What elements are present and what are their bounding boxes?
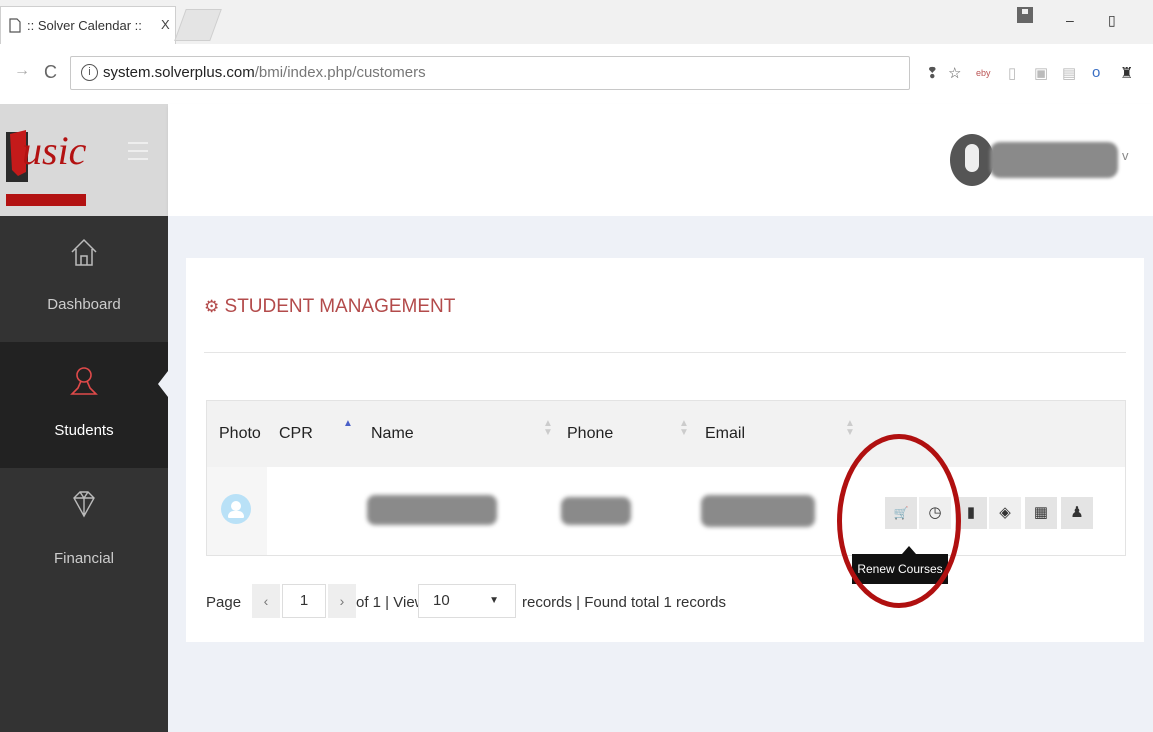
active-indicator	[158, 371, 168, 397]
sidebar-item-financial[interactable]: Financial	[0, 468, 168, 594]
minimize-button[interactable]: –	[1066, 12, 1074, 28]
tab-title: :: Solver Calendar ::	[27, 18, 142, 33]
sort-icon[interactable]: ▲ ▼	[543, 419, 553, 438]
bookmark-star-icon[interactable]: ☆	[948, 64, 961, 82]
financial-button[interactable]: ◈	[989, 497, 1021, 529]
sidebar-item-dashboard[interactable]: Dashboard	[0, 216, 168, 342]
user-icon: ♟	[1070, 504, 1084, 521]
cell-cpr	[267, 467, 357, 555]
select-value: 10	[433, 592, 450, 609]
forward-button[interactable]: →	[14, 62, 30, 80]
page-title-text: STUDENT MANAGEMENT	[224, 296, 456, 317]
annotation-circle	[837, 434, 961, 608]
bahrain-music-institute-logo: usic	[6, 128, 87, 206]
pdf-extension-icon[interactable]: ▤	[1062, 64, 1076, 82]
cell-photo	[207, 467, 267, 555]
name-redacted	[367, 495, 497, 525]
calendar-icon: ▦	[1033, 504, 1049, 521]
profile-button[interactable]: ♟	[1061, 497, 1093, 529]
tab-close-icon[interactable]: X	[161, 17, 170, 32]
records-found-text: records | Found total 1 records	[522, 594, 726, 611]
sort-asc-icon[interactable]: ▲	[343, 419, 353, 429]
page-title: ⚙ STUDENT MANAGEMENT	[204, 296, 455, 318]
url-path: /bmi/index.php/customers	[254, 64, 426, 81]
phone-redacted	[561, 497, 631, 525]
page-number-input[interactable]: 1	[282, 584, 326, 618]
students-table: Photo CPR ▲ Name ▲ ▼ Phone ▲ ▼ Email ▲ ▼ 🛒	[206, 400, 1126, 556]
browser-addressbar: → C i system.solverplus.com/bmi/index.ph…	[0, 44, 1153, 105]
url-host: system.solverplus.com	[103, 64, 255, 81]
new-tab-button[interactable]	[174, 9, 222, 41]
column-header-phone[interactable]: Phone	[567, 425, 613, 443]
next-page-button[interactable]: ›	[328, 584, 356, 618]
app-header: v	[168, 104, 1153, 216]
diamond-icon	[73, 491, 95, 518]
pin-icon[interactable]: ❢	[926, 64, 939, 82]
extension-icon[interactable]: o	[1092, 64, 1100, 81]
student-card: ⚙ STUDENT MANAGEMENT Photo CPR ▲ Name ▲ ▼…	[186, 258, 1144, 642]
divider	[204, 352, 1126, 353]
main-content: ⚙ STUDENT MANAGEMENT Photo CPR ▲ Name ▲ ▼…	[168, 216, 1153, 732]
records-per-page-select[interactable]: 10 ▼	[418, 584, 516, 618]
svg-text:usic: usic	[22, 128, 87, 173]
sort-icon[interactable]: ▲ ▼	[679, 419, 689, 438]
url-text: system.solverplus.com/bmi/index.php/cust…	[103, 64, 426, 81]
table-row[interactable]: 🛒 ◷ ▮ ◈ ▦ ♟	[207, 467, 1125, 555]
avatar[interactable]	[950, 134, 994, 186]
extension-icon[interactable]: ▣	[1034, 64, 1048, 82]
menu-toggle-icon[interactable]	[128, 142, 148, 166]
logo-area: usic	[0, 104, 168, 216]
column-header-name[interactable]: Name	[371, 425, 414, 443]
sidebar: usic Dashboard Students Financial	[0, 104, 168, 732]
chevron-down-icon[interactable]: v	[1122, 148, 1129, 163]
sidebar-item-label: Students	[54, 422, 114, 439]
page-count-text: of 1 | View	[356, 594, 426, 611]
sort-icon[interactable]: ▲ ▼	[845, 419, 855, 438]
sidebar-item-label: Financial	[53, 550, 115, 567]
maximize-button[interactable]: ▯	[1108, 12, 1116, 29]
select-arrow-icon: ▼	[489, 595, 499, 606]
gear-icon: ⚙	[204, 297, 220, 316]
incognito-icon[interactable]: ♜	[1120, 64, 1133, 82]
table-header: Photo CPR ▲ Name ▲ ▼ Phone ▲ ▼ Email ▲ ▼	[207, 401, 1125, 468]
calendar-button[interactable]: ▦	[1025, 497, 1057, 529]
sidebar-item-label: Dashboard	[47, 296, 121, 313]
column-header-cpr[interactable]: CPR	[279, 425, 313, 443]
url-bar[interactable]: i system.solverplus.com/bmi/index.php/cu…	[70, 56, 910, 90]
sidebar-item-students[interactable]: Students	[0, 342, 168, 468]
student-photo-icon	[221, 494, 251, 524]
user-name-redacted[interactable]	[990, 142, 1118, 178]
reload-button[interactable]: C	[44, 62, 57, 83]
ebay-extension-icon[interactable]: eby	[976, 68, 991, 78]
book-icon: ▮	[966, 504, 976, 521]
column-header-email[interactable]: Email	[705, 425, 745, 443]
profile-icon[interactable]	[1016, 6, 1034, 24]
info-icon[interactable]: i	[81, 64, 98, 81]
home-icon	[71, 238, 97, 266]
browser-tab[interactable]: :: Solver Calendar :: X	[0, 6, 176, 44]
diamond-icon: ◈	[999, 504, 1011, 521]
prev-page-button[interactable]: ‹	[252, 584, 280, 618]
column-header-photo[interactable]: Photo	[219, 425, 261, 443]
email-redacted	[701, 495, 815, 527]
page-label: Page	[206, 594, 242, 611]
browser-tabbar: :: Solver Calendar :: X – ▯	[0, 0, 1153, 44]
page-icon	[9, 18, 21, 33]
students-icon	[70, 367, 98, 395]
extension-icon[interactable]: ▯	[1008, 64, 1016, 82]
